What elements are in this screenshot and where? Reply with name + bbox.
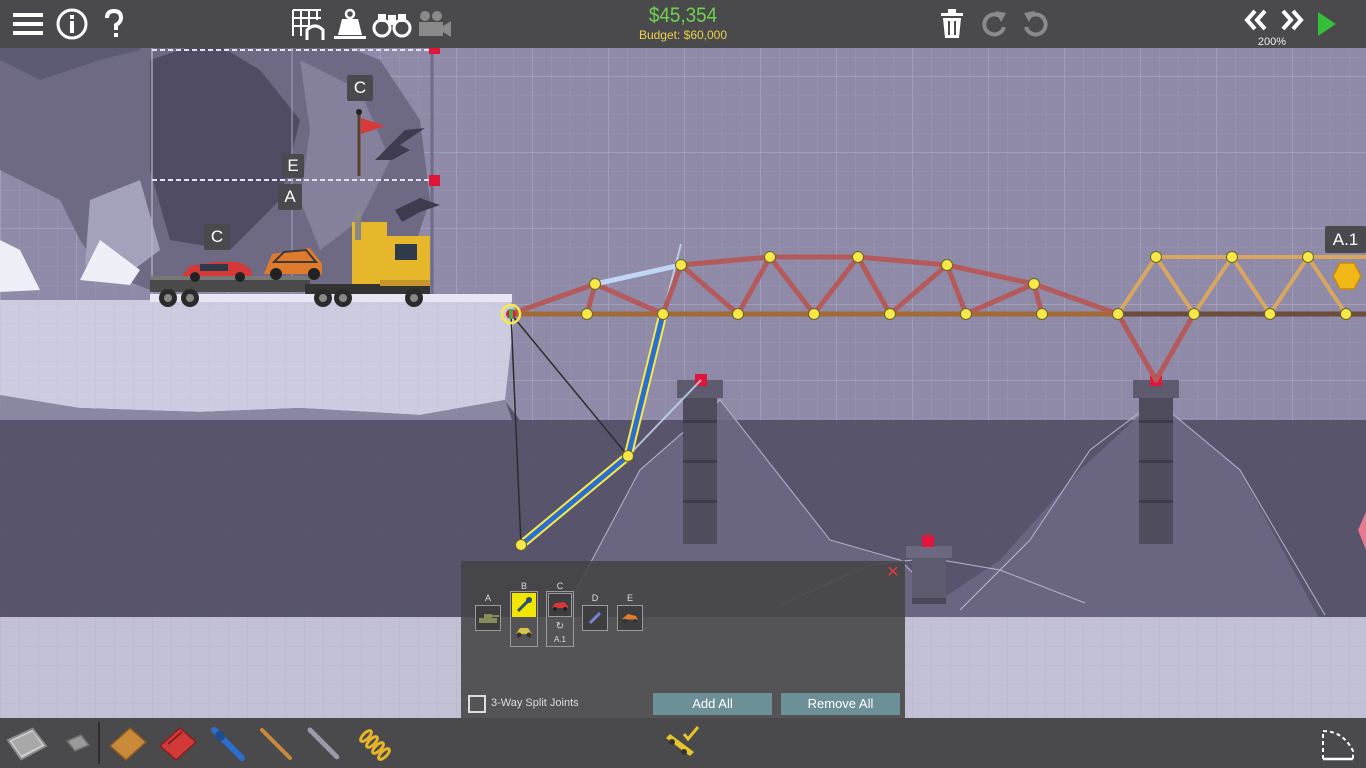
vehicle-caption: A.1 bbox=[553, 635, 566, 644]
vehicle-slot-b-2[interactable] bbox=[512, 619, 536, 643]
split-joints-checkbox[interactable] bbox=[468, 695, 486, 713]
wood-material-icon[interactable] bbox=[106, 722, 150, 766]
vehicle-column-label: B bbox=[520, 581, 527, 591]
checkpoint-marker[interactable] bbox=[1332, 262, 1362, 290]
vehicle-slot-d[interactable] bbox=[582, 605, 608, 631]
checkpoint-label-c: C bbox=[347, 75, 373, 101]
theme-menu-icon[interactable] bbox=[1316, 722, 1360, 766]
bridge-pier bbox=[677, 380, 723, 544]
top-toolbar: $45,354 Budget: $60,000 200% bbox=[0, 0, 1366, 48]
split-joints-label: 3-Way Split Joints bbox=[491, 697, 579, 709]
binoculars-icon[interactable] bbox=[372, 4, 412, 44]
current-cost: $45,354 bbox=[648, 4, 718, 27]
menu-icon[interactable] bbox=[8, 4, 48, 44]
vehicle-slot-c[interactable] bbox=[548, 593, 572, 617]
red-car-icon bbox=[552, 602, 568, 611]
rope-material-icon[interactable] bbox=[254, 722, 298, 766]
trash-icon[interactable] bbox=[932, 4, 972, 44]
spring-material-icon[interactable] bbox=[352, 722, 396, 766]
remove-all-button[interactable]: Remove All bbox=[781, 693, 900, 715]
reinforced-road-material-icon[interactable] bbox=[54, 722, 98, 766]
orange-buggy-icon bbox=[622, 614, 638, 623]
vehicle-slot-e[interactable] bbox=[617, 605, 643, 631]
wrench-icon bbox=[516, 597, 532, 613]
vehicle-column-label: A bbox=[484, 593, 491, 603]
road-material-icon[interactable] bbox=[4, 722, 48, 766]
checkpoint-label-e: E bbox=[282, 154, 304, 178]
vehicle-slot-b[interactable] bbox=[512, 593, 536, 617]
budget-label: Budget: $60,000 bbox=[638, 28, 728, 42]
anchor-point[interactable] bbox=[922, 535, 934, 547]
weight-icon[interactable] bbox=[330, 4, 370, 44]
info-icon[interactable] bbox=[52, 4, 92, 44]
blue-car-icon bbox=[588, 611, 602, 625]
toolbar-divider bbox=[98, 722, 100, 764]
material-toolbar bbox=[0, 718, 1366, 768]
vehicle-label-c: C bbox=[204, 224, 230, 250]
vehicle-label-a: A bbox=[278, 184, 302, 210]
grid-snap-icon[interactable] bbox=[288, 4, 328, 44]
redo-icon[interactable] bbox=[974, 4, 1014, 44]
simulation-speed: 200% bbox=[1257, 36, 1287, 48]
anchor-point[interactable] bbox=[429, 175, 440, 186]
close-icon[interactable]: ✕ bbox=[885, 564, 901, 580]
tank-icon bbox=[479, 614, 499, 623]
bridge-pier bbox=[1133, 380, 1179, 544]
checkpoint-label-a1: A.1 bbox=[1325, 226, 1366, 253]
steel-material-icon[interactable] bbox=[156, 722, 200, 766]
help-icon[interactable] bbox=[94, 4, 134, 44]
cost-display: $45,354 Budget: $60,000 bbox=[620, 4, 746, 42]
rewind-icon[interactable] bbox=[1236, 0, 1276, 40]
rotate-icon[interactable]: ↻ bbox=[554, 621, 566, 632]
dune-buggy-icon bbox=[516, 628, 532, 638]
vehicle-column-label: E bbox=[626, 593, 633, 603]
hydraulic-material-icon[interactable] bbox=[206, 722, 250, 766]
small-pier bbox=[906, 546, 952, 604]
vehicle-column-label: D bbox=[591, 593, 599, 603]
vehicle-column-label: C bbox=[556, 581, 564, 591]
cable-material-icon[interactable] bbox=[302, 722, 346, 766]
vehicle-panel: ✕ A B C ↻ A.1 D E 3-Way Split Joints Add… bbox=[461, 561, 905, 718]
camera-icon[interactable] bbox=[414, 4, 454, 44]
vehicle-check-icon[interactable] bbox=[660, 722, 704, 766]
undo-icon[interactable] bbox=[1016, 4, 1056, 44]
vehicle-slot-a[interactable] bbox=[475, 605, 501, 631]
play-icon[interactable] bbox=[1306, 4, 1346, 44]
add-all-button[interactable]: Add All bbox=[653, 693, 772, 715]
